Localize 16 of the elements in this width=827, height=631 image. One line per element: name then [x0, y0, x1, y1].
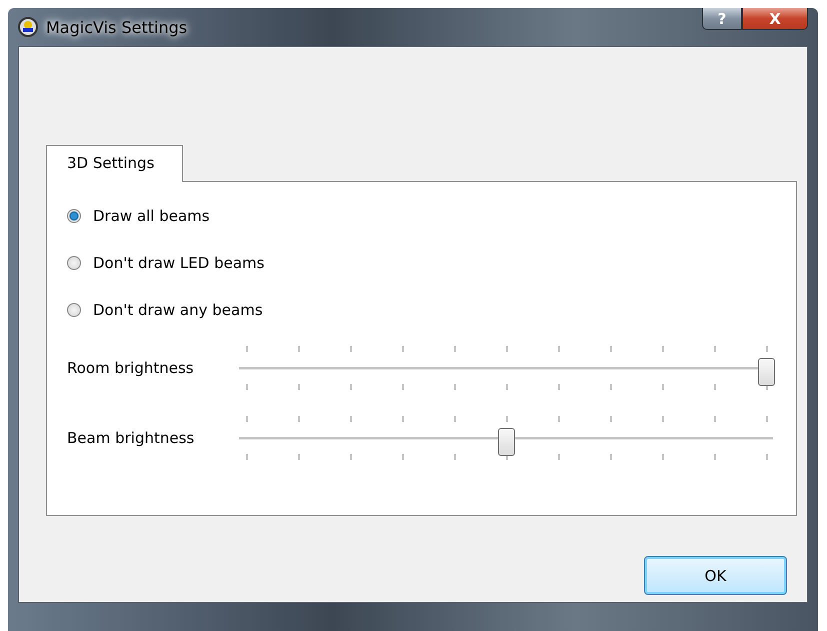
radio-label: Don't draw any beams	[93, 301, 263, 319]
radio-button[interactable]	[67, 303, 81, 317]
slider-track[interactable]	[239, 437, 773, 440]
tab[interactable]: 3D Settings	[46, 145, 184, 182]
ok-button[interactable]: OK	[644, 556, 787, 595]
radio-button[interactable]	[67, 209, 81, 223]
slider-label: Room brightness	[67, 359, 195, 377]
radio-button[interactable]	[67, 256, 81, 270]
app-icon	[18, 17, 38, 37]
radio-label: Draw all beams	[93, 207, 210, 225]
slider-label: Beam brightness	[67, 429, 196, 447]
slider-thumb[interactable]	[498, 428, 515, 456]
slider-thumb[interactable]	[758, 358, 775, 386]
window-title: MagicVis Settings	[46, 18, 188, 36]
close-button[interactable]: X	[742, 8, 808, 30]
radio-label: Don't draw LED beams	[93, 254, 264, 272]
